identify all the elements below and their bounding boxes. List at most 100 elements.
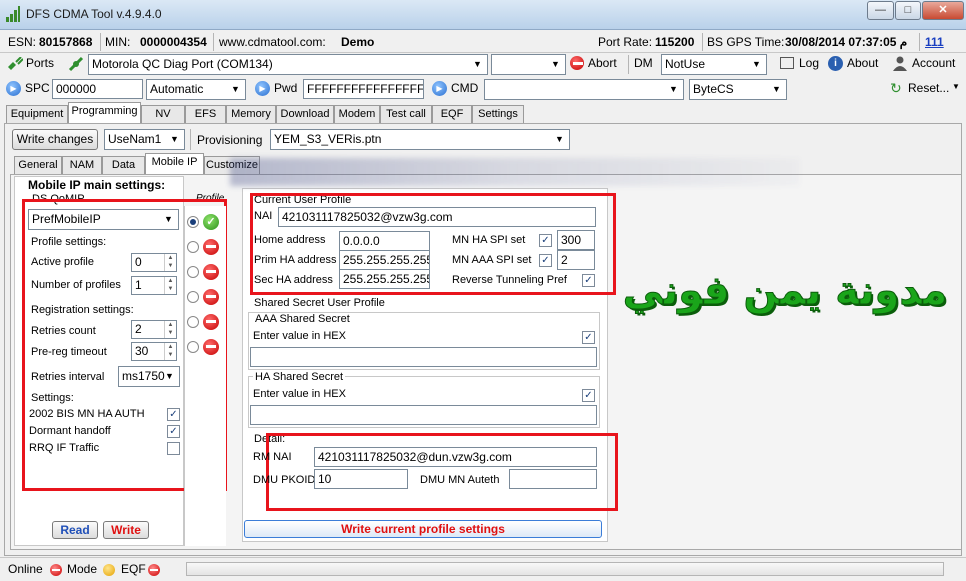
pwd-button[interactable]: ▶ Pwd [255, 80, 301, 99]
mn-aaa-spi-label: MN AAA SPI set [452, 254, 532, 266]
divider [213, 33, 214, 51]
opt-dormant-handoff-checkbox[interactable]: ✓ [167, 425, 180, 438]
mn-aaa-spi-checkbox[interactable]: ✓ [539, 254, 552, 267]
subtab-general[interactable]: General [14, 156, 62, 175]
spc-mode-select[interactable]: Automatic ▼ [146, 79, 246, 100]
spc-button[interactable]: ▶ SPC [6, 80, 50, 99]
cmd-button[interactable]: ▶ CMD [432, 80, 482, 99]
info-icon: i [828, 56, 843, 71]
home-address-input[interactable]: 0.0.0.0 [339, 231, 430, 251]
read-button[interactable]: Read [52, 521, 98, 539]
reset-button[interactable]: ↻ Reset... ▼ [890, 80, 962, 99]
account-button[interactable]: Account [893, 55, 963, 74]
cmd-select[interactable]: ▼ [484, 79, 684, 100]
spc-input[interactable]: 000000 [52, 79, 143, 99]
provisioning-select[interactable]: YEM_S3_VERis.ptn ▼ [270, 129, 570, 150]
cmd-label: CMD [451, 81, 479, 95]
esn-label: ESN: [8, 35, 37, 49]
spin-arrows-icon[interactable]: ▲ ▼ [164, 277, 176, 294]
disabled-icon [203, 239, 219, 255]
retries-interval-select[interactable]: ms1750 ▼ [118, 366, 180, 387]
pre-reg-timeout-value: 30 [135, 344, 149, 358]
tab-eqf[interactable]: EQF [432, 105, 472, 124]
provisioning-label: Provisioning [197, 133, 263, 147]
online-status-icon [50, 564, 62, 576]
maximize-button[interactable]: □ [895, 1, 921, 20]
active-profile-spinner[interactable]: 0 ▲ ▼ [131, 253, 177, 272]
pref-mobile-ip-value: PrefMobileIP [32, 212, 101, 226]
profile-4-radio[interactable] [187, 316, 199, 328]
ha-hex-checkbox[interactable]: ✓ [582, 389, 595, 402]
tab-memory[interactable]: Memory [226, 105, 276, 124]
nai-input[interactable]: 421031117825032@vzw3g.com [278, 207, 596, 227]
write-profile-settings-button[interactable]: Write current profile settings [244, 520, 602, 538]
mn-ha-spi-checkbox[interactable]: ✓ [539, 234, 552, 247]
minimize-button[interactable]: — [867, 1, 894, 20]
tab-programming[interactable]: Programming [68, 102, 141, 124]
pref-mobile-ip-select[interactable]: PrefMobileIP ▼ [28, 209, 179, 230]
abort-button[interactable]: Abort [570, 55, 626, 74]
profile-3-radio[interactable] [187, 291, 199, 303]
ports-button[interactable]: Ports [26, 56, 54, 70]
sec-ha-input[interactable]: 255.255.255.255 [339, 269, 430, 289]
aaa-shared-secret-input[interactable] [250, 347, 597, 367]
tab-test-call[interactable]: Test call [380, 105, 432, 124]
opt-bis-auth-checkbox[interactable]: ✓ [167, 408, 180, 421]
sec-ha-label: Sec HA address [254, 274, 333, 286]
mn-ha-spi-label: MN HA SPI set [452, 234, 526, 246]
user-nam-select[interactable]: UseNam1 ▼ [104, 129, 185, 150]
online-label: Online [8, 562, 43, 576]
prim-ha-input[interactable]: 255.255.255.255 [339, 250, 430, 270]
tab-nv[interactable]: NV [141, 105, 185, 124]
profile-1-radio[interactable] [187, 241, 199, 253]
port-select-value: Motorola QC Diag Port (COM134) [92, 57, 273, 71]
spin-arrows-icon[interactable]: ▲ ▼ [164, 321, 176, 338]
play-icon: ▶ [6, 81, 21, 96]
mn-ha-spi-input[interactable]: 300 [557, 230, 595, 250]
profile-5-radio[interactable] [187, 341, 199, 353]
profile-0-radio[interactable] [187, 216, 199, 228]
port-select[interactable]: Motorola QC Diag Port (COM134) ▼ [88, 54, 488, 75]
subtab-nam[interactable]: NAM [62, 156, 102, 175]
number-of-profiles-spinner[interactable]: 1 ▲ ▼ [131, 276, 177, 295]
retries-count-spinner[interactable]: 2 ▲ ▼ [131, 320, 177, 339]
close-button[interactable]: ✕ [922, 1, 964, 20]
bytecs-select[interactable]: ByteCS ▼ [689, 79, 787, 100]
title-bar: DFS CDMA Tool v.4.9.4.0 — □ ✕ [0, 0, 966, 30]
dm-select[interactable]: NotUse ▼ [661, 54, 767, 75]
port-secondary-select[interactable]: ▼ [491, 54, 566, 75]
disabled-icon [203, 289, 219, 305]
dmu-mn-auteth-label: DMU MN Auteth [420, 474, 500, 486]
tab-equipment[interactable]: Equipment [6, 105, 68, 124]
write-changes-button[interactable]: Write changes [12, 129, 98, 150]
divider [100, 33, 101, 51]
tab-download[interactable]: Download [276, 105, 334, 124]
reverse-tunneling-checkbox[interactable]: ✓ [582, 274, 595, 287]
ha-shared-secret-input[interactable] [250, 405, 597, 425]
play-icon: ▶ [255, 81, 270, 96]
subtab-mobile-ip[interactable]: Mobile IP [145, 153, 204, 175]
pre-reg-timeout-spinner[interactable]: 30 ▲ ▼ [131, 342, 177, 361]
tab-efs[interactable]: EFS [185, 105, 226, 124]
log-button[interactable]: Log [780, 55, 824, 74]
retries-interval-value: ms1750 [122, 369, 165, 383]
settings-label: Settings: [31, 392, 74, 404]
pwd-input[interactable]: FFFFFFFFFFFFFFFF [303, 79, 424, 99]
mode-label: Mode [67, 562, 98, 576]
tab-settings[interactable]: Settings [472, 105, 524, 124]
rm-nai-input[interactable]: 421031117825032@dun.vzw3g.com [314, 447, 597, 467]
registration-settings-label: Registration settings: [31, 304, 134, 316]
spin-arrows-icon[interactable]: ▲ ▼ [164, 254, 176, 271]
dmu-mn-auteth-input[interactable] [509, 469, 597, 489]
profile-2-radio[interactable] [187, 266, 199, 278]
opt-rrq-if-traffic-checkbox[interactable] [167, 442, 180, 455]
tab-modem[interactable]: Modem [334, 105, 380, 124]
about-button[interactable]: i About [828, 55, 884, 74]
subtab-data[interactable]: Data [102, 156, 145, 175]
dmu-pkoid-input[interactable]: 10 [314, 469, 408, 489]
aaa-hex-checkbox[interactable]: ✓ [582, 331, 595, 344]
version-link[interactable]: 111 [925, 35, 944, 49]
spin-arrows-icon[interactable]: ▲ ▼ [164, 343, 176, 360]
write-button[interactable]: Write [103, 521, 149, 539]
mn-aaa-spi-input[interactable]: 2 [557, 250, 595, 270]
